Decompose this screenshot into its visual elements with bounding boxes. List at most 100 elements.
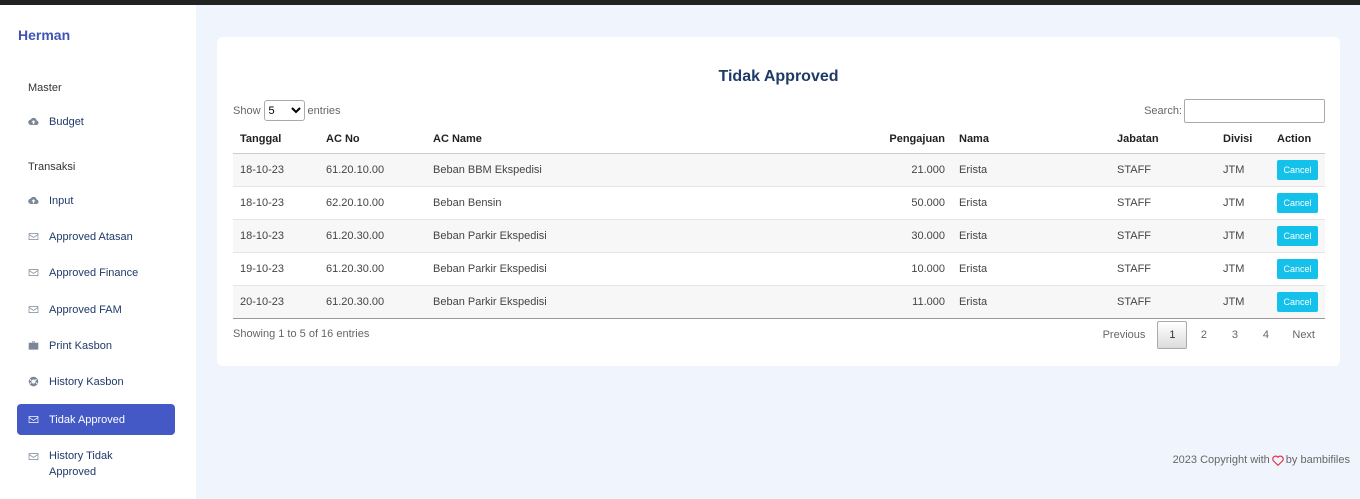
heart-icon xyxy=(1272,455,1284,466)
table-row: 20-10-23 61.20.30.00 Beban Parkir Eksped… xyxy=(233,285,1325,319)
sidebar-item-label: Input xyxy=(49,194,74,207)
cell-pengajuan: 50.000 xyxy=(698,186,952,220)
cell-nama: Erista xyxy=(952,285,1110,319)
pagination-page-4[interactable]: 4 xyxy=(1251,321,1280,349)
sidebar-item-print-kasbon[interactable]: Print Kasbon xyxy=(17,330,175,361)
cell-tanggal: 18-10-23 xyxy=(233,153,319,187)
table-row: 18-10-23 61.20.10.00 Beban BBM Ekspedisi… xyxy=(233,153,1325,187)
briefcase-icon xyxy=(27,340,39,352)
pagination-previous[interactable]: Previous xyxy=(1093,321,1156,349)
cell-divisi: JTM xyxy=(1216,219,1270,253)
column-header-divisi[interactable]: Divisi xyxy=(1216,125,1270,154)
table-row: 18-10-23 62.20.10.00 Beban Bensin 50.000… xyxy=(233,186,1325,220)
sidebar-item-label: Tidak Approved xyxy=(49,413,126,426)
cell-ac-no: 61.20.30.00 xyxy=(319,252,426,286)
column-header-pengajuan[interactable]: Pengajuan xyxy=(698,125,952,154)
cell-jabatan: STAFF xyxy=(1110,285,1216,319)
cloud-upload-icon xyxy=(27,195,39,207)
footer: 2023 Copyright with by bambifiles xyxy=(1173,454,1350,466)
sidebar-item-approved-finance[interactable]: Approved Finance xyxy=(17,257,175,288)
show-label: Show xyxy=(233,104,261,117)
cell-pengajuan: 10.000 xyxy=(698,252,952,286)
cell-ac-name: Beban Parkir Ekspedisi xyxy=(426,252,698,286)
envelope-icon xyxy=(27,304,39,316)
column-header-jabatan[interactable]: Jabatan xyxy=(1110,125,1216,154)
cancel-button[interactable]: Cancel xyxy=(1277,159,1318,180)
sidebar-item-label: Budget xyxy=(49,115,84,128)
life-ring-icon xyxy=(27,376,39,388)
cell-action: Cancel xyxy=(1270,252,1325,286)
envelope-icon xyxy=(27,231,39,243)
cell-divisi: JTM xyxy=(1216,153,1270,187)
envelope-icon xyxy=(27,450,39,462)
cancel-button[interactable]: Cancel xyxy=(1277,258,1318,279)
content-card: Tidak Approved Show 5 entries Search: Ta… xyxy=(217,37,1340,366)
section-label-transaksi: Transaksi xyxy=(28,161,76,173)
cell-jabatan: STAFF xyxy=(1110,219,1216,253)
cell-nama: Erista xyxy=(952,219,1110,253)
pagination-next[interactable]: Next xyxy=(1282,321,1325,349)
sidebar-item-approved-atasan[interactable]: Approved Atasan xyxy=(17,221,175,252)
brand-title[interactable]: Herman xyxy=(18,27,70,43)
cell-ac-no: 61.20.30.00 xyxy=(319,285,426,319)
cell-action: Cancel xyxy=(1270,285,1325,319)
cancel-button[interactable]: Cancel xyxy=(1277,291,1318,312)
cell-ac-name: Beban BBM Ekspedisi xyxy=(426,153,698,187)
search-input[interactable] xyxy=(1184,99,1325,123)
envelope-icon xyxy=(27,414,39,426)
cell-jabatan: STAFF xyxy=(1110,252,1216,286)
cell-tanggal: 18-10-23 xyxy=(233,219,319,253)
sidebar-item-label: History Kasbon xyxy=(49,375,124,388)
column-header-tanggal[interactable]: Tanggal xyxy=(233,125,319,154)
search-control: Search: xyxy=(1144,99,1325,123)
cell-action: Cancel xyxy=(1270,219,1325,253)
column-header-ac-no[interactable]: AC No xyxy=(319,125,426,154)
section-label-master: Master xyxy=(28,82,62,94)
cell-ac-name: Beban Parkir Ekspedisi xyxy=(426,285,698,319)
pagination-page-1[interactable]: 1 xyxy=(1157,321,1188,349)
sidebar-item-history-kasbon[interactable]: History Kasbon xyxy=(17,366,175,397)
search-label: Search: xyxy=(1144,105,1182,117)
cloud-upload-icon xyxy=(27,116,39,128)
page-size-select[interactable]: 5 xyxy=(263,100,305,121)
sidebar: Herman Master Budget Transaksi Input App… xyxy=(0,5,196,499)
cell-pengajuan: 21.000 xyxy=(698,153,952,187)
entries-label: entries xyxy=(307,104,341,117)
cell-tanggal: 18-10-23 xyxy=(233,186,319,220)
cell-tanggal: 20-10-23 xyxy=(233,285,319,319)
table-row: 18-10-23 61.20.30.00 Beban Parkir Eksped… xyxy=(233,219,1325,253)
cell-ac-no: 62.20.10.00 xyxy=(319,186,426,220)
sidebar-item-approved-fam[interactable]: Approved FAM xyxy=(17,294,175,325)
cell-action: Cancel xyxy=(1270,153,1325,187)
sidebar-item-label: History Tidak Approved xyxy=(49,450,113,478)
envelope-icon xyxy=(27,267,39,279)
sidebar-item-history-tidak-approved[interactable]: History Tidak Approved xyxy=(17,446,175,482)
footer-author[interactable]: by bambifiles xyxy=(1286,454,1350,466)
cell-pengajuan: 11.000 xyxy=(698,285,952,319)
cell-pengajuan: 30.000 xyxy=(698,219,952,253)
cell-ac-no: 61.20.30.00 xyxy=(319,219,426,253)
column-header-action[interactable]: Action xyxy=(1270,125,1325,154)
footer-copyright: 2023 Copyright with xyxy=(1172,454,1270,466)
top-bar xyxy=(0,0,1360,5)
pagination-page-3[interactable]: 3 xyxy=(1220,321,1249,349)
cancel-button[interactable]: Cancel xyxy=(1277,192,1318,213)
cell-ac-name: Beban Bensin xyxy=(426,186,698,220)
table-info: Showing 1 to 5 of 16 entries xyxy=(233,328,370,340)
pagination: Previous 1 2 3 4 Next xyxy=(1091,321,1325,349)
page-title: Tidak Approved xyxy=(718,68,839,85)
table-row: 19-10-23 61.20.30.00 Beban Parkir Eksped… xyxy=(233,252,1325,286)
column-header-nama[interactable]: Nama xyxy=(952,125,1110,154)
table-header-row: Tanggal AC No AC Name Pengajuan Nama Jab… xyxy=(233,125,1325,154)
pagination-page-2[interactable]: 2 xyxy=(1189,321,1218,349)
sidebar-item-label: Approved Atasan xyxy=(49,230,133,243)
column-header-ac-name[interactable]: AC Name xyxy=(426,125,698,154)
sidebar-item-label: Approved FAM xyxy=(49,303,122,316)
cancel-button[interactable]: Cancel xyxy=(1277,225,1318,246)
cell-ac-name: Beban Parkir Ekspedisi xyxy=(426,219,698,253)
sidebar-item-budget[interactable]: Budget xyxy=(17,106,175,137)
sidebar-item-tidak-approved[interactable]: Tidak Approved xyxy=(17,404,175,435)
sidebar-item-input[interactable]: Input xyxy=(17,185,175,216)
cell-divisi: JTM xyxy=(1216,285,1270,319)
cell-jabatan: STAFF xyxy=(1110,153,1216,187)
